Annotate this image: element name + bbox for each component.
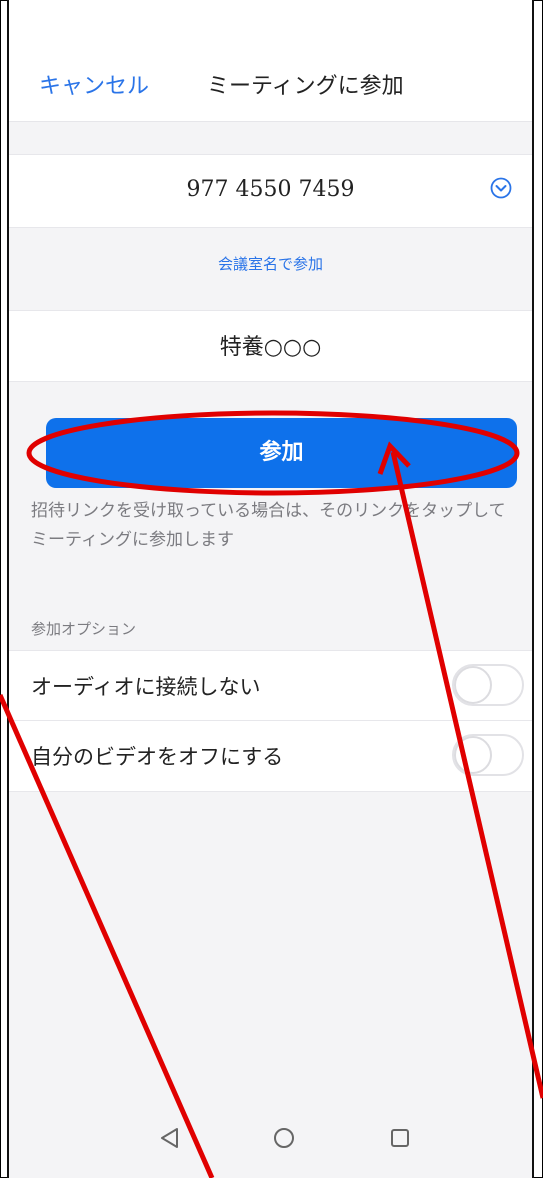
join-button[interactable]: 参加: [46, 418, 517, 488]
display-name-value: 特養○○○: [219, 335, 322, 360]
option-label: 自分のビデオをオフにする: [31, 745, 284, 769]
system-nav-bar: [9, 1088, 532, 1178]
option-row-video-off: 自分のビデオをオフにする: [9, 721, 532, 790]
option-label: オーディオに接続しない: [31, 675, 261, 699]
join-by-room-link[interactable]: 会議室名で参加: [9, 253, 532, 274]
toggle-knob: [454, 736, 492, 774]
back-icon[interactable]: [155, 1123, 185, 1153]
cancel-button[interactable]: キャンセル: [39, 68, 149, 100]
display-name-field[interactable]: 特養○○○: [9, 310, 532, 382]
options-group: オーディオに接続しない 自分のビデオをオフにする: [9, 650, 532, 792]
hint-text: 招待リンクを受け取っている場合は、そのリンクをタップしてミーティングに参加します: [31, 501, 506, 550]
video-off-toggle[interactable]: [452, 734, 524, 776]
recents-icon[interactable]: [385, 1123, 415, 1153]
page-title: ミーティングに参加: [207, 74, 404, 99]
chevron-down-icon[interactable]: [490, 177, 512, 199]
options-section-label: 参加オプション: [31, 620, 137, 638]
toggle-knob: [454, 666, 492, 704]
phone-screen: キャンセル ミーティングに参加 977 4550 7459 会議室名で参加 特養…: [7, 0, 534, 1178]
meeting-id-field[interactable]: 977 4550 7459: [9, 154, 532, 228]
no-audio-toggle[interactable]: [452, 664, 524, 706]
top-bar: キャンセル ミーティングに参加: [9, 0, 532, 122]
meeting-id-value: 977 4550 7459: [186, 177, 355, 202]
home-icon[interactable]: [269, 1123, 299, 1153]
option-row-no-audio: オーディオに接続しない: [9, 651, 532, 721]
